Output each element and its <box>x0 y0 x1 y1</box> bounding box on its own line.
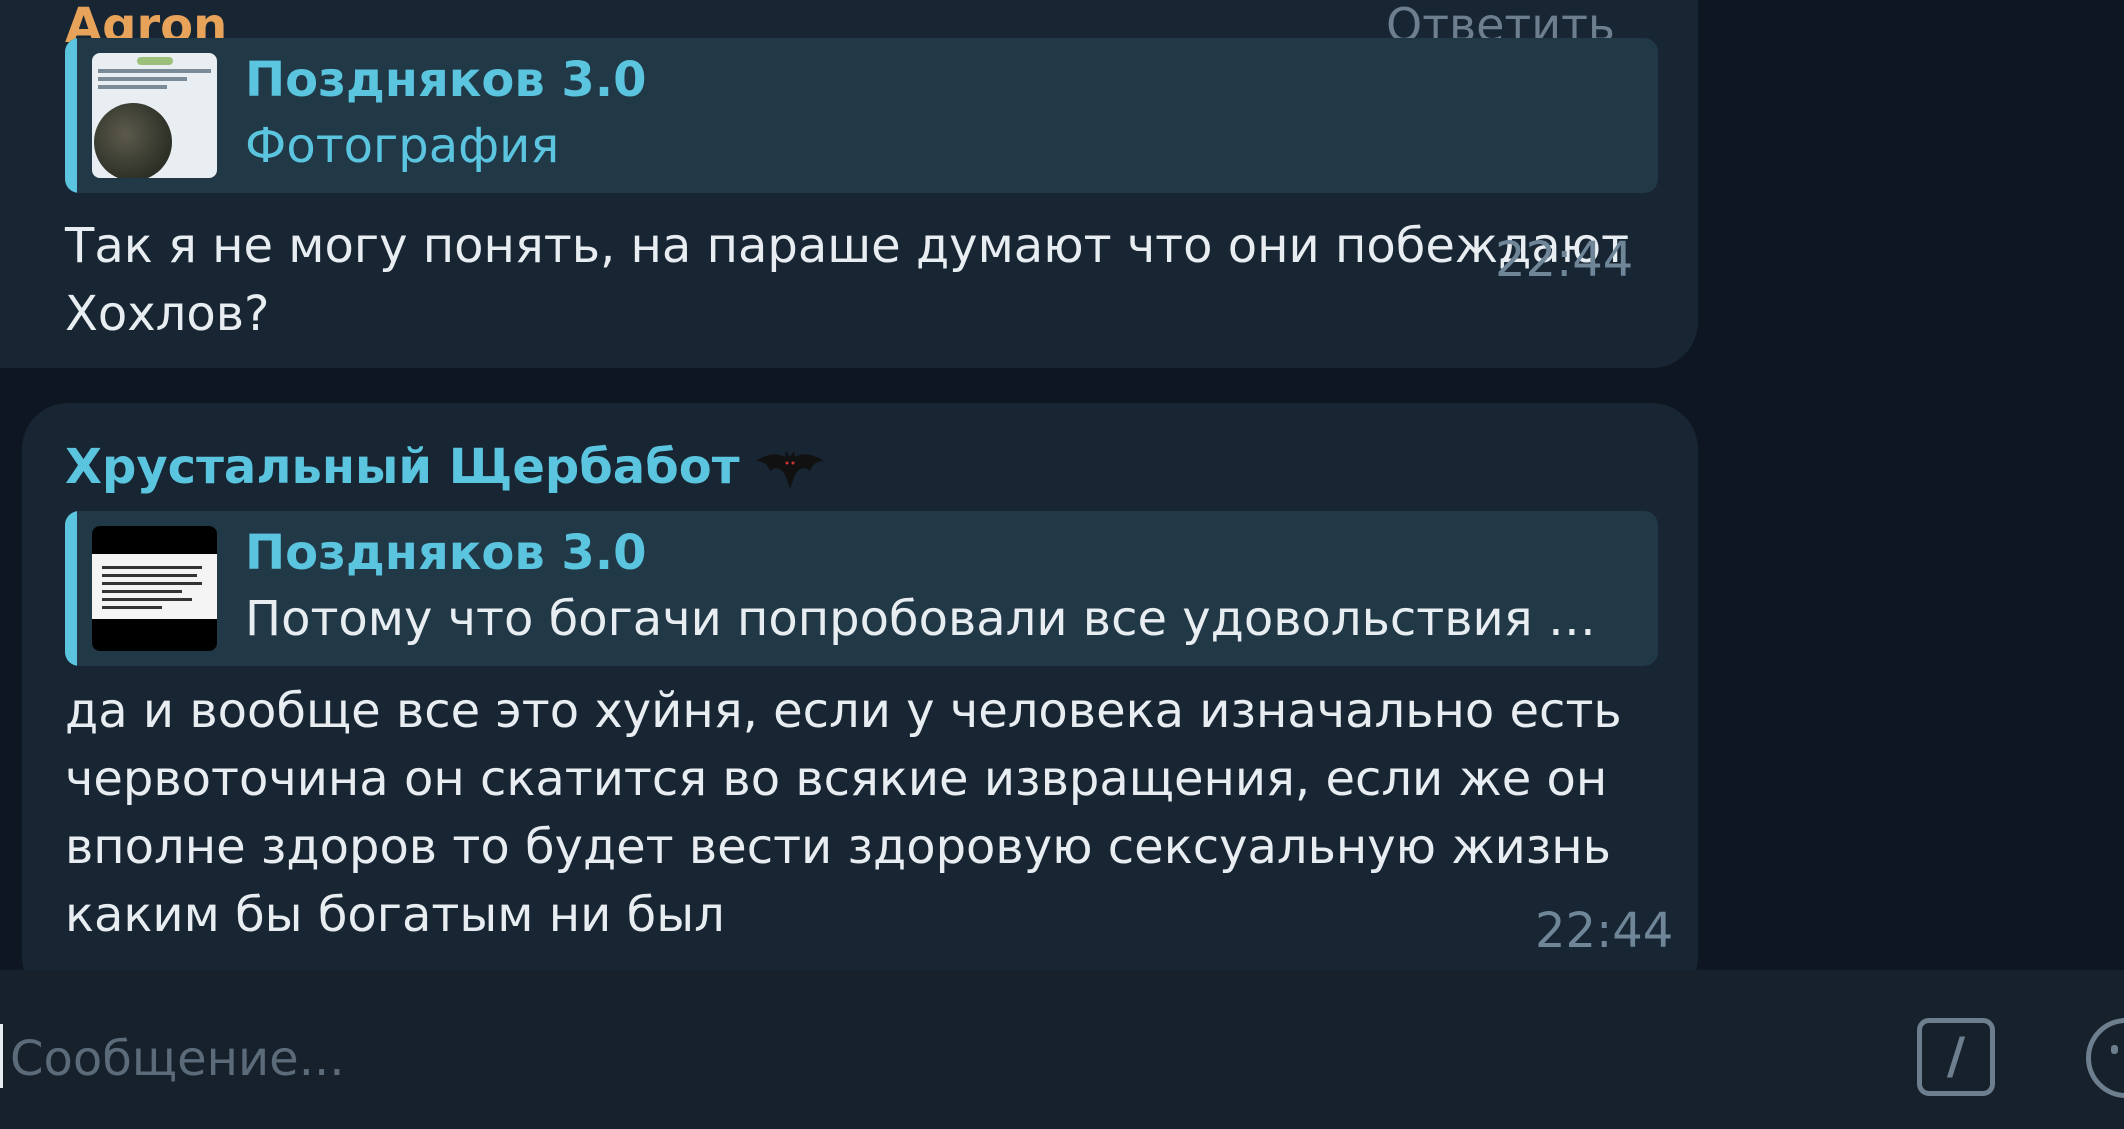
message-time: 22:44 <box>1495 232 1634 288</box>
message-input[interactable] <box>8 1018 1812 1100</box>
reply-author: Поздняков 3.0 <box>245 525 647 581</box>
reply-text: Потому что богачи попробовали все удовол… <box>245 591 1625 647</box>
bot-command-button[interactable]: / <box>1917 1018 1995 1096</box>
text-cursor <box>0 1024 3 1088</box>
message-text: Так я не могу понять, на параше думают ч… <box>65 218 1630 342</box>
reply-quote[interactable]: Поздняков 3.0 Фотография <box>65 38 1658 193</box>
bat-icon <box>755 451 824 489</box>
message-sender[interactable]: Хрустальный Щербабот <box>65 439 828 495</box>
document-thumbnail <box>92 526 217 651</box>
message-bubble[interactable]: Хрустальный Щербабот Поздняков 3.0 Потом… <box>22 403 1698 970</box>
message-bubble[interactable]: Agron Ответить Поздняков 3.0 Фотография … <box>0 0 1698 368</box>
message-time: 22:44 <box>1535 903 1674 959</box>
photo-thumbnail <box>92 53 217 178</box>
message-text: да и вообще все это хуйня, если у челове… <box>65 683 1622 943</box>
reply-quote[interactable]: Поздняков 3.0 Потому что богачи попробов… <box>65 511 1658 666</box>
sender-name[interactable]: Хрустальный Щербабот <box>65 439 740 495</box>
chat-area: Agron Ответить Поздняков 3.0 Фотография … <box>0 0 2124 970</box>
reply-author: Поздняков 3.0 <box>245 52 647 108</box>
reply-text: Фотография <box>245 118 560 174</box>
